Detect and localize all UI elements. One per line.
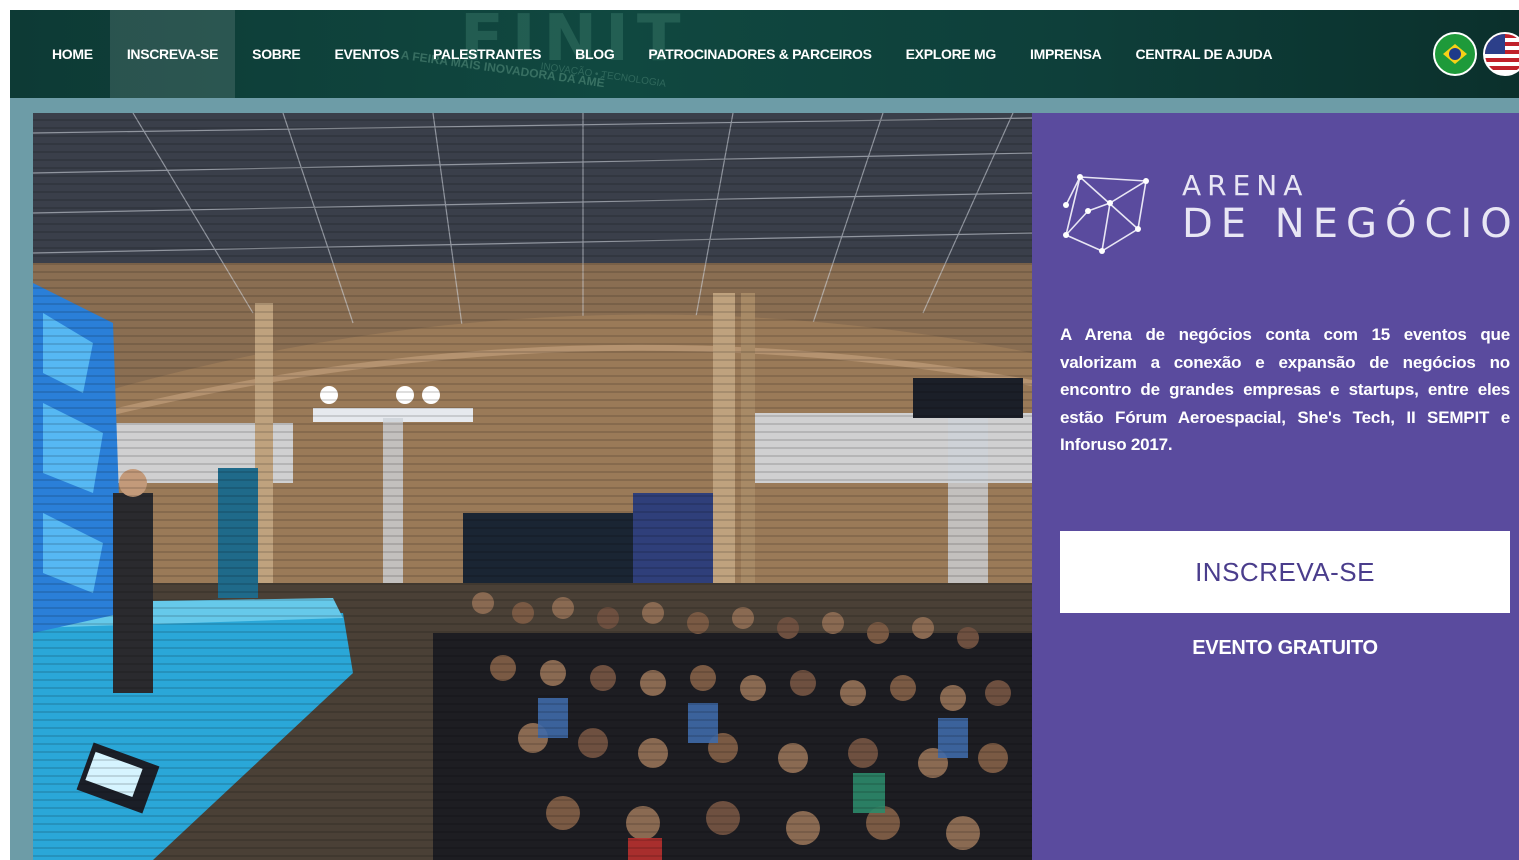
logo-line-de-negocios: DE NEGÓCIOS: [1182, 201, 1519, 247]
top-nav: FINIT A FEIRA MAIS INOVADORA DA AMÉ INOV…: [10, 10, 1519, 98]
nav-item-palestrantes[interactable]: PALESTRANTES: [416, 10, 558, 98]
arena-logo: ARENA DE NEGÓCIOS: [1058, 169, 1519, 259]
nav-item-central-de-ajuda[interactable]: CENTRAL DE AJUDA: [1119, 10, 1290, 98]
event-photo: [33, 113, 1032, 860]
nav-item-explore-mg[interactable]: EXPLORE MG: [889, 10, 1013, 98]
logo-line-arena: ARENA: [1182, 169, 1309, 202]
free-event-label: EVENTO GRATUITO: [1192, 637, 1378, 659]
nav-item-inscreva-se[interactable]: INSCREVA-SE: [109, 10, 236, 98]
nav-item-sobre[interactable]: SOBRE: [235, 10, 317, 98]
usa-flag-icon[interactable]: [1483, 32, 1519, 76]
page: FINIT A FEIRA MAIS INOVADORA DA AMÉ INOV…: [0, 0, 1519, 860]
info-panel: ARENA DE NEGÓCIOS A Arena de negócios co…: [1032, 113, 1519, 860]
nav-item-imprensa[interactable]: IMPRENSA: [1013, 10, 1119, 98]
nav-item-patrocinadores[interactable]: PATROCINADORES & PARCEIROS: [631, 10, 888, 98]
nav-item-home[interactable]: HOME: [35, 10, 110, 98]
language-switcher: [1433, 32, 1519, 76]
brazil-flag-icon[interactable]: [1433, 32, 1477, 76]
nav-menu: HOME INSCREVA-SE SOBRE EVENTOS PALESTRAN…: [10, 10, 1289, 98]
network-logo-icon: [1063, 174, 1149, 254]
arena-description: A Arena de negócios conta com 15 eventos…: [1060, 325, 1510, 454]
nav-item-blog[interactable]: BLOG: [558, 10, 631, 98]
nav-item-eventos[interactable]: EVENTOS: [317, 10, 416, 98]
inscreva-se-button[interactable]: INSCREVA-SE: [1060, 531, 1510, 613]
